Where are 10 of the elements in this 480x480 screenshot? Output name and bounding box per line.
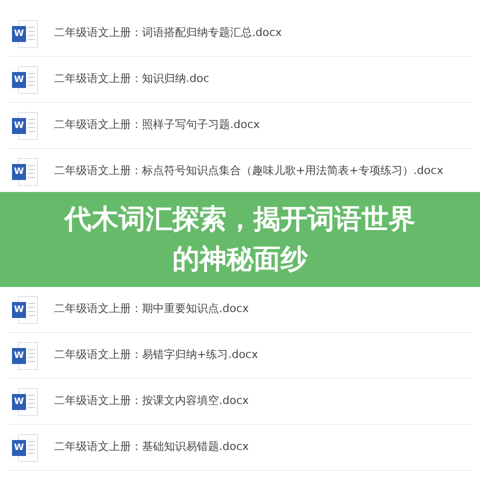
file-name[interactable]: 二年级语文上册：标点符号知识点集合（趣味儿歌+用法简表+专项练习）.docx [54,163,444,180]
file-name[interactable]: 二年级语文上册：易错字归纳+练习.docx [54,347,258,364]
file-name[interactable]: 二年级语文上册：词语搭配归纳专题汇总.docx [54,25,282,42]
file-name[interactable]: 二年级语文上册：按课文内容填空.docx [54,393,249,410]
file-name[interactable]: 二年级语文上册：基础知识易错题.docx [54,439,249,456]
banner-title: 的神秘面纱 [172,242,308,276]
file-name[interactable]: 二年级语文上册：知识归纳.doc [54,71,210,88]
file-name[interactable]: 二年级语文上册：期中重要知识点.docx [54,301,249,318]
banner-title: 代木词汇探索，揭开词语世界 [64,202,416,236]
file-name[interactable]: 二年级语文上册：照样子写句子习题.docx [54,117,260,134]
